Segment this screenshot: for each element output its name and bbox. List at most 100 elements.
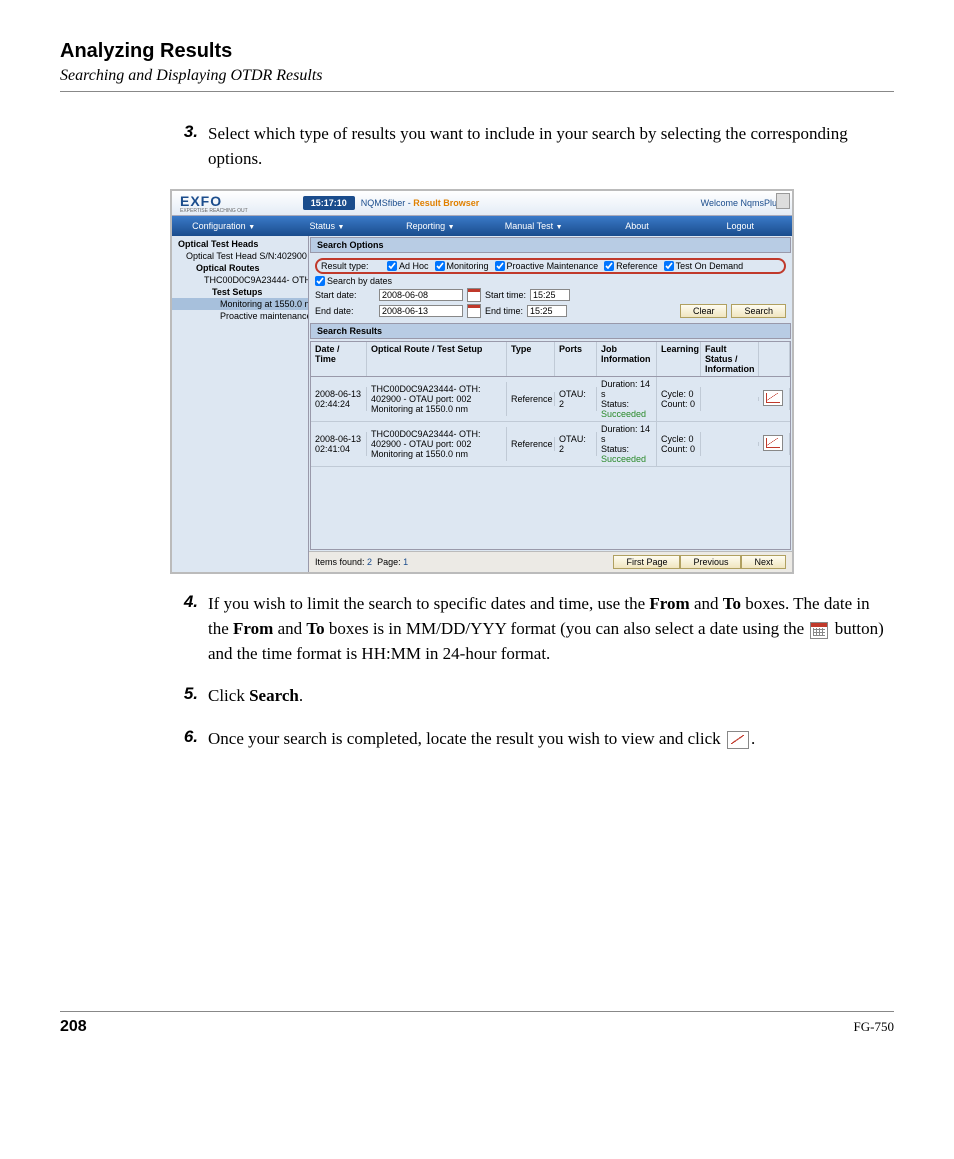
cell-fault (701, 442, 759, 446)
search-dates-row: Search by dates (315, 276, 786, 286)
step-body: If you wish to limit the search to speci… (208, 592, 894, 666)
app-title: NQMSfiber - Result Browser (361, 198, 480, 208)
logo-sub: EXPERTISE REACHING OUT (180, 209, 248, 213)
tree-root[interactable]: Optical Test Heads (172, 238, 308, 250)
main-panel: Search Options Result type: Ad Hoc Monit… (309, 236, 792, 572)
reference-checkbox[interactable]: Reference (604, 261, 658, 271)
chevron-down-icon: ▼ (248, 224, 255, 231)
screenshot: EXFO EXPERTISE REACHING OUT 15:17:10 NQM… (170, 189, 794, 574)
col-date: Date / Time (311, 342, 367, 376)
trace-icon[interactable] (763, 390, 783, 406)
chevron-down-icon: ▼ (448, 224, 455, 231)
page-header: Analyzing Results Searching and Displayi… (60, 40, 894, 92)
menu-reporting[interactable]: Reporting ▼ (379, 218, 482, 234)
tree-route1[interactable]: THC00D0C9A23444- OTH: 4 (172, 274, 308, 286)
menu-status[interactable]: Status ▼ (275, 218, 378, 234)
end-date-label: End date: (315, 306, 375, 316)
previous-button[interactable]: Previous (680, 555, 741, 569)
calendar-icon (810, 622, 828, 639)
page-footer: 208 FG-750 (60, 1011, 894, 1036)
step-body: Click Search. (208, 684, 894, 709)
menu-about[interactable]: About (585, 218, 688, 234)
calendar-icon[interactable] (467, 304, 481, 318)
proactive-checkbox[interactable]: Proactive Maintenance (495, 261, 599, 271)
table-row: 2008-06-13 02:44:24 THC00D0C9A23444- OTH… (311, 377, 790, 422)
menubar: Configuration ▼ Status ▼ Reporting ▼ Man… (172, 216, 792, 236)
search-options-header: Search Options (310, 237, 791, 253)
step-number: 4. (170, 592, 208, 666)
tree-setups[interactable]: Test Setups (172, 286, 308, 298)
document-id: FG-750 (854, 1019, 894, 1035)
calendar-icon[interactable] (467, 288, 481, 302)
cell-ports: OTAU: 2 (555, 387, 597, 411)
menu-manual-test[interactable]: Manual Test ▼ (482, 218, 585, 234)
start-date-row: Start date: Start time: (315, 288, 786, 302)
welcome-text: Welcome NqmsPlus! (701, 198, 784, 208)
clear-button[interactable]: Clear (680, 304, 728, 318)
cell-job: Duration: 14 sStatus: Succeeded (597, 377, 657, 421)
adhoc-checkbox[interactable]: Ad Hoc (387, 261, 429, 271)
end-time-label: End time: (485, 306, 523, 316)
results-table: Date / Time Optical Route / Test Setup T… (310, 341, 791, 550)
col-learn: Learning (657, 342, 701, 376)
col-type: Type (507, 342, 555, 376)
step-5: 5. Click Search. (170, 684, 894, 709)
cell-fault (701, 397, 759, 401)
ondemand-checkbox[interactable]: Test On Demand (664, 261, 744, 271)
tree-setup2[interactable]: Proactive maintenance a (172, 310, 308, 322)
cell-icon (759, 433, 790, 455)
table-row: 2008-06-13 02:41:04 THC00D0C9A23444- OTH… (311, 422, 790, 467)
search-dates-checkbox[interactable]: Search by dates (315, 276, 392, 286)
cell-job: Duration: 14 sStatus: Succeeded (597, 422, 657, 466)
col-job: Job Information (597, 342, 657, 376)
tree-head[interactable]: Optical Test Head S/N:402900 (172, 250, 308, 262)
cell-type: Reference (507, 392, 555, 406)
end-date-input[interactable] (379, 305, 463, 317)
col-route: Optical Route / Test Setup (367, 342, 507, 376)
tree-setup1[interactable]: Monitoring at 1550.0 nm (172, 298, 308, 310)
step-body: Once your search is completed, locate th… (208, 727, 894, 752)
start-date-input[interactable] (379, 289, 463, 301)
page-title: Analyzing Results (60, 40, 894, 63)
start-time-input[interactable] (530, 289, 570, 301)
logo-text: EXFO (180, 193, 222, 209)
monitoring-checkbox[interactable]: Monitoring (435, 261, 489, 271)
step-4: 4. If you wish to limit the search to sp… (170, 592, 894, 666)
step-6: 6. Once your search is completed, locate… (170, 727, 894, 752)
sidebar-tree: Optical Test Heads Optical Test Head S/N… (172, 236, 309, 572)
start-date-label: Start date: (315, 290, 375, 300)
end-date-row: End date: End time: Clear Search (315, 304, 786, 318)
cell-learn: Cycle: 0 Count: 0 (657, 432, 701, 456)
step-number: 6. (170, 727, 208, 752)
page-name: Result Browser (413, 198, 479, 208)
col-ports: Ports (555, 342, 597, 376)
tree-routes[interactable]: Optical Routes (172, 262, 308, 274)
trace-icon[interactable] (763, 435, 783, 451)
end-time-input[interactable] (527, 305, 567, 317)
items-found: Items found: 2 Page: 1 (315, 557, 613, 567)
chevron-down-icon: ▼ (338, 224, 345, 231)
page-number: 208 (60, 1018, 87, 1036)
table-header: Date / Time Optical Route / Test Setup T… (311, 342, 790, 377)
page-subtitle: Searching and Displaying OTDR Results (60, 67, 894, 85)
step-number: 3. (170, 122, 208, 171)
search-options: Result type: Ad Hoc Monitoring Proactive… (309, 254, 792, 322)
app-body: Optical Test Heads Optical Test Head S/N… (172, 236, 792, 572)
cell-ports: OTAU: 2 (555, 432, 597, 456)
col-icon (759, 342, 790, 376)
search-button[interactable]: Search (731, 304, 786, 318)
cell-icon (759, 388, 790, 410)
cell-type: Reference (507, 437, 555, 451)
results-footer: Items found: 2 Page: 1 First Page Previo… (309, 551, 792, 572)
cell-route: THC00D0C9A23444- OTH: 402900 - OTAU port… (367, 427, 507, 461)
menu-logout[interactable]: Logout (689, 218, 792, 234)
scroll-up[interactable] (776, 193, 790, 209)
first-page-button[interactable]: First Page (613, 555, 680, 569)
clock: 15:17:10 (303, 196, 355, 210)
chevron-down-icon: ▼ (556, 224, 563, 231)
cell-learn: Cycle: 0 Count: 0 (657, 387, 701, 411)
search-results-header: Search Results (310, 323, 791, 339)
menu-configuration[interactable]: Configuration ▼ (172, 218, 275, 234)
next-button[interactable]: Next (741, 555, 786, 569)
result-type-label: Result type: (321, 261, 381, 271)
